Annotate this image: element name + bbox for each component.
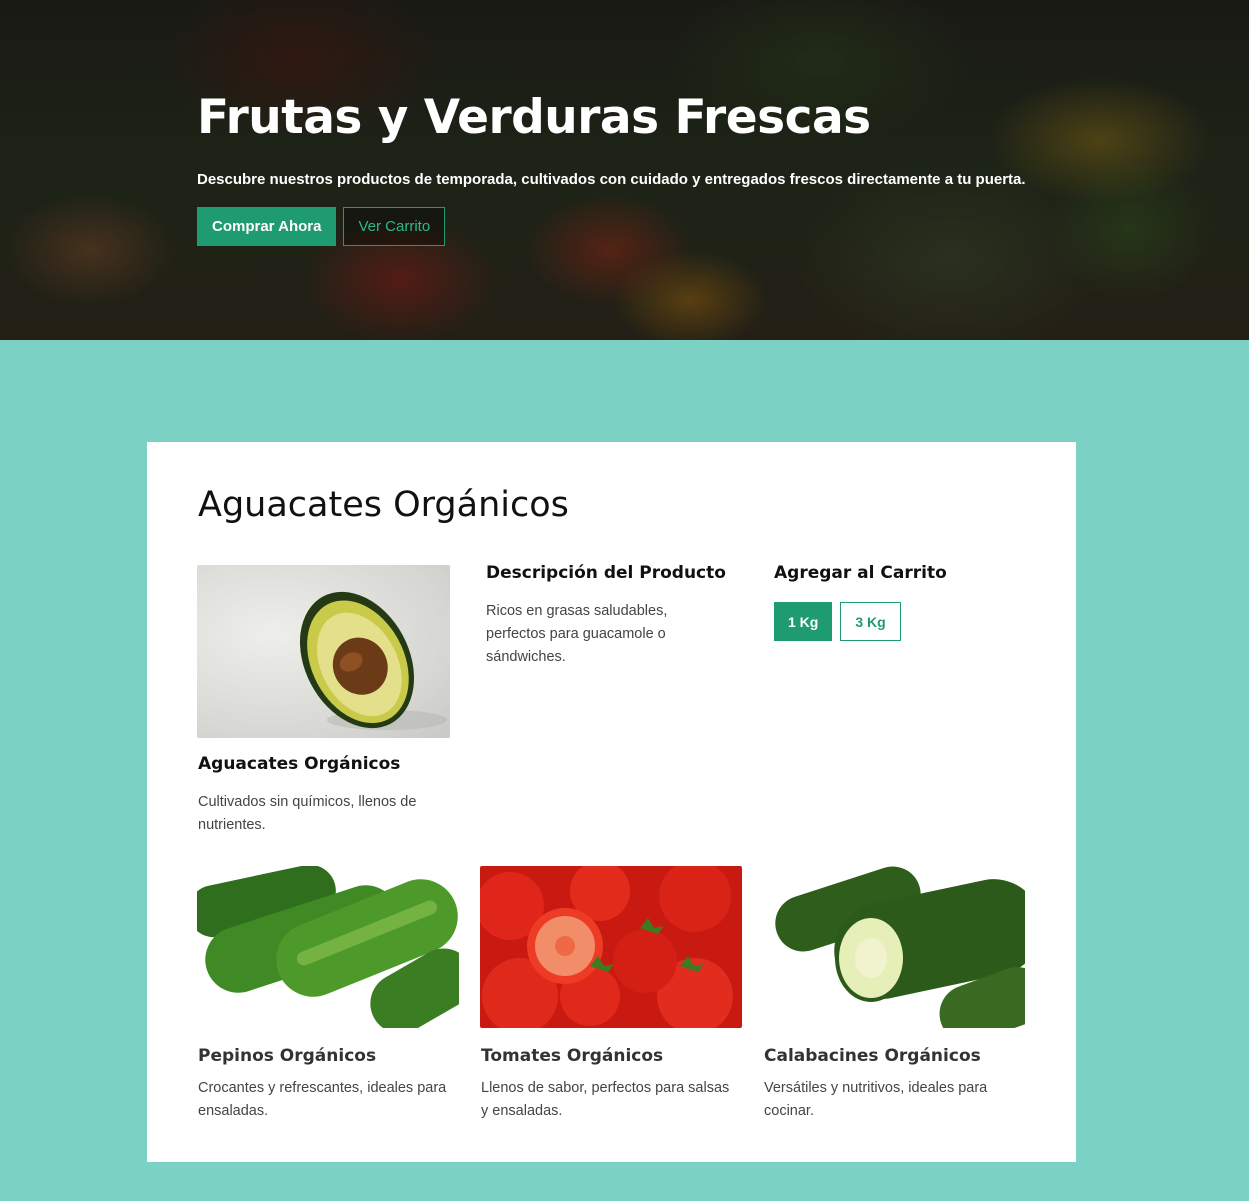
description-heading: Descripción del Producto (486, 563, 726, 583)
related-name-cucumber: Pepinos Orgánicos (198, 1046, 377, 1066)
add-to-cart-heading: Agregar al Carrito (774, 563, 947, 583)
size-1kg-button[interactable]: 1 Kg (774, 602, 833, 641)
cucumber-illustration (197, 866, 459, 1028)
related-name-tomato: Tomates Orgánicos (481, 1046, 664, 1066)
hero-subtitle: Descubre nuestros productos de temporada… (197, 171, 1026, 188)
related-desc-zucchini: Versátiles y nutritivos, ideales para co… (764, 1080, 988, 1119)
hero-actions: Comprar Ahora Ver Carrito (197, 207, 1026, 246)
avocado-image (197, 565, 450, 738)
hero-content: Frutas y Verduras Frescas Descubre nuest… (197, 88, 1026, 246)
tomato-illustration (480, 866, 733, 1028)
product-tagline: Cultivados sin químicos, llenos de nutri… (198, 794, 417, 833)
zucchini-image (763, 866, 1025, 1028)
avocado-illustration (299, 591, 447, 730)
product-title: Aguacates Orgánicos (198, 485, 569, 525)
related-name-zucchini: Calabacines Orgánicos (764, 1046, 981, 1066)
hero-title: Frutas y Verduras Frescas (197, 90, 871, 145)
zucchini-illustration (775, 866, 1025, 1028)
size-options: 1 Kg 3 Kg (774, 602, 901, 641)
hero-banner: Frutas y Verduras Frescas Descubre nuest… (0, 0, 1249, 340)
product-card: Aguacates Orgánicos Aguacates Orgánicos … (147, 442, 1076, 1162)
cucumber-image (197, 866, 459, 1028)
related-desc-tomato: Llenos de sabor, perfectos para salsas y… (481, 1080, 730, 1119)
product-description: Ricos en grasas saludables, perfectos pa… (486, 603, 668, 665)
product-name: Aguacates Orgánicos (198, 754, 401, 774)
tomato-image (480, 866, 742, 1028)
buy-now-button[interactable]: Comprar Ahora (197, 207, 337, 246)
size-3kg-button[interactable]: 3 Kg (840, 602, 901, 641)
related-desc-cucumber: Crocantes y refrescantes, ideales para e… (198, 1080, 447, 1119)
view-cart-button[interactable]: Ver Carrito (343, 207, 446, 246)
